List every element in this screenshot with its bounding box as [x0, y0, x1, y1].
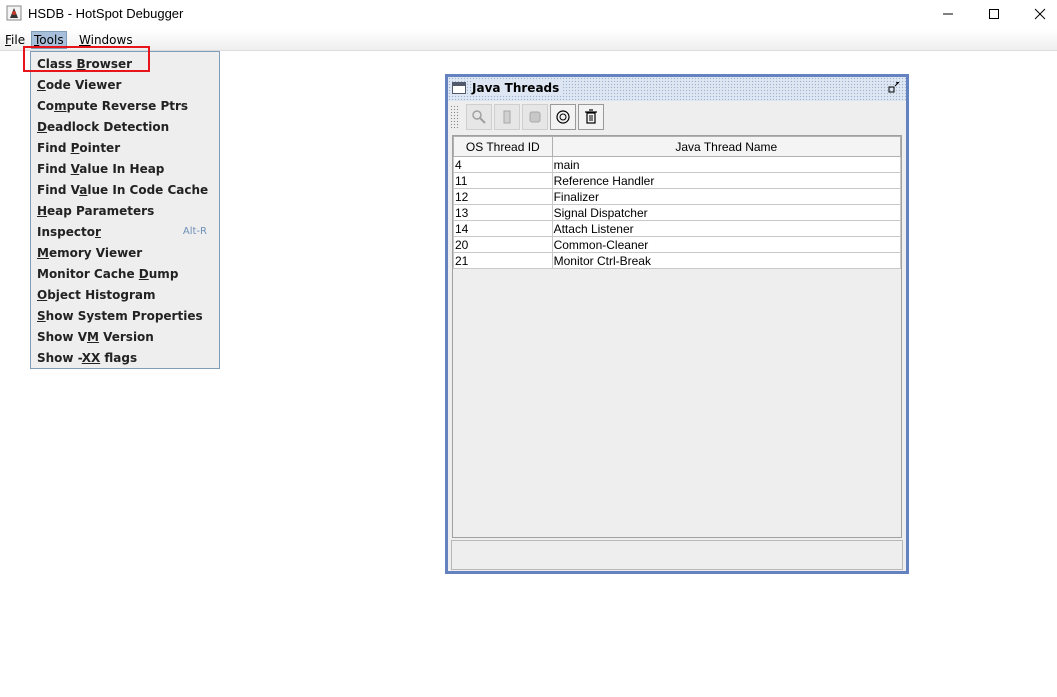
menu-item-show-vm-version[interactable]: Show VM Version — [37, 327, 213, 347]
table-row[interactable]: 4 main — [453, 156, 902, 173]
menu-item-show-system-properties[interactable]: Show System Properties — [37, 306, 213, 326]
cell-thread-id: 13 — [453, 204, 553, 221]
table-row[interactable]: 14 Attach Listener — [453, 220, 902, 237]
table-row[interactable]: 20 Common-Cleaner — [453, 236, 902, 253]
threads-table: OS Thread ID Java Thread Name 4 main 11 … — [453, 136, 902, 269]
find-crash-button[interactable] — [550, 104, 576, 130]
table-row[interactable]: 12 Finalizer — [453, 188, 902, 205]
stop-icon — [529, 111, 541, 123]
tools-dropdown-menu: Class Browser Code Viewer Compute Revers… — [30, 51, 220, 369]
toolbar-grip[interactable] — [450, 105, 460, 129]
menu-item-inspector[interactable]: Inspector Alt-R — [37, 222, 213, 242]
cell-thread-id: 14 — [453, 220, 553, 237]
inspect-icon — [472, 110, 486, 124]
maximize-icon — [989, 9, 999, 19]
frame-window-icon — [452, 82, 466, 94]
menubar: File Tools Windows — [0, 30, 1057, 51]
minimize-button[interactable] — [925, 0, 971, 28]
menu-item-deadlock-detection[interactable]: Deadlock Detection — [37, 117, 213, 137]
stack-memory-button[interactable] — [494, 104, 520, 130]
cell-thread-name: Common-Cleaner — [551, 236, 902, 253]
accelerator-label: Alt-R — [182, 226, 207, 237]
column-header-java-thread-name[interactable]: Java Thread Name — [551, 136, 902, 157]
close-button[interactable] — [1017, 0, 1057, 28]
close-icon — [1034, 8, 1046, 20]
table-row[interactable]: 11 Reference Handler — [453, 172, 902, 189]
menu-item-heap-parameters[interactable]: Heap Parameters — [37, 201, 213, 221]
maximize-button[interactable] — [971, 0, 1017, 28]
column-header-os-thread-id[interactable]: OS Thread ID — [453, 136, 553, 157]
cell-thread-name: Finalizer — [551, 188, 902, 205]
java-threads-status-panel — [451, 540, 903, 570]
menu-item-find-value-in-code-cache[interactable]: Find Value In Code Cache — [37, 180, 213, 200]
cell-thread-name: Attach Listener — [551, 220, 902, 237]
java-threads-window: Java Threads OS Thread ID Java Thread Na… — [445, 74, 909, 574]
threads-table-scrollpane[interactable]: OS Thread ID Java Thread Name 4 main 11 … — [452, 135, 902, 538]
duke-app-icon — [6, 5, 22, 21]
menu-item-object-histogram[interactable]: Object Histogram — [37, 285, 213, 305]
delete-icon — [585, 109, 597, 124]
stack-memory-icon — [503, 110, 511, 124]
highlight-annotation-box — [23, 46, 150, 72]
window-titlebar: HSDB - HotSpot Debugger — [0, 0, 1057, 30]
cell-thread-name: main — [551, 156, 902, 173]
menu-item-monitor-cache-dump[interactable]: Monitor Cache Dump — [37, 264, 213, 284]
window-title: HSDB - HotSpot Debugger — [28, 6, 184, 21]
table-row[interactable]: 13 Signal Dispatcher — [453, 204, 902, 221]
java-threads-title: Java Threads — [472, 81, 564, 95]
cell-thread-id: 11 — [453, 172, 553, 189]
table-row[interactable]: 21 Monitor Ctrl-Break — [453, 252, 902, 269]
menu-item-find-pointer[interactable]: Find Pointer — [37, 138, 213, 158]
java-threads-toolbar — [450, 103, 902, 131]
cell-thread-id: 12 — [453, 188, 553, 205]
maximize-frame-icon[interactable] — [888, 82, 900, 94]
menu-item-show-xx-flags[interactable]: Show -XX flags — [37, 348, 213, 368]
menu-item-compute-reverse-ptrs[interactable]: Compute Reverse Ptrs — [37, 96, 213, 116]
cell-thread-name: Monitor Ctrl-Break — [551, 252, 902, 269]
cell-thread-id: 4 — [453, 156, 553, 173]
finder-icon — [556, 110, 570, 124]
cell-thread-id: 21 — [453, 252, 553, 269]
cell-thread-id: 20 — [453, 236, 553, 253]
cell-thread-name: Signal Dispatcher — [551, 204, 902, 221]
cell-thread-name: Reference Handler — [551, 172, 902, 189]
menu-item-memory-viewer[interactable]: Memory Viewer — [37, 243, 213, 263]
java-threads-titlebar[interactable]: Java Threads — [448, 77, 906, 101]
minimize-icon — [943, 13, 953, 15]
stop-thread-button[interactable] — [522, 104, 548, 130]
menu-item-find-value-in-heap[interactable]: Find Value In Heap — [37, 159, 213, 179]
menu-item-code-viewer[interactable]: Code Viewer — [37, 75, 213, 95]
inspect-thread-button[interactable] — [466, 104, 492, 130]
delete-button[interactable] — [578, 104, 604, 130]
